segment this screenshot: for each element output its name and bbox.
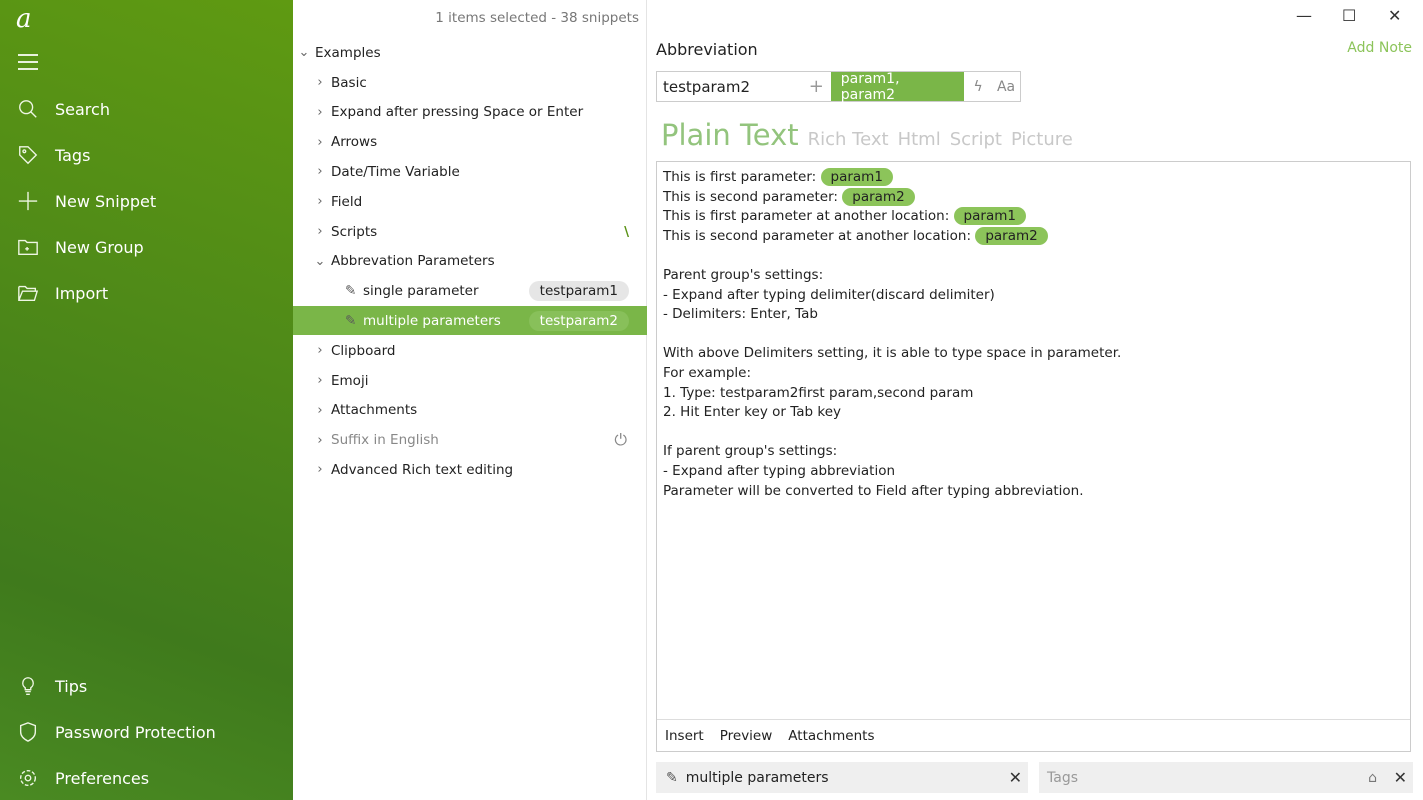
editor-tab[interactable]: Attachments	[788, 728, 874, 744]
format-tab[interactable]: Plain Text	[661, 118, 799, 152]
tree-group[interactable]: › Clipboard	[293, 336, 647, 365]
tree-snippet[interactable]: ✎ single parameter testparam1	[293, 277, 647, 306]
content-line: This is second parameter: param2	[663, 187, 1404, 208]
chevron-down-icon: ⌄	[314, 253, 326, 269]
format-tab[interactable]: Picture	[1011, 129, 1073, 150]
add-abbreviation-icon[interactable]: +	[802, 76, 831, 97]
sidebar-item-import[interactable]: Import	[0, 273, 293, 313]
sidebar-item-search[interactable]: Search	[0, 89, 293, 129]
tree-snippet[interactable]: ✎ multiple parameters testparam2	[293, 306, 647, 336]
sidebar: a Search Tags New Snippet New Group Impo…	[0, 0, 293, 800]
abbreviation-badge: testparam1	[528, 281, 629, 302]
editor-tab[interactable]: Insert	[665, 728, 704, 744]
tree-group[interactable]: › Expand after pressing Space or Enter	[293, 98, 647, 127]
folder-plus-icon	[0, 236, 55, 258]
sidebar-item-preferences[interactable]: Preferences	[0, 758, 293, 798]
tag-icon	[0, 144, 55, 166]
tree-group[interactable]: › Attachments	[293, 396, 647, 425]
tree-group-examples[interactable]: ⌄ Examples	[277, 38, 631, 67]
power-icon[interactable]: ⏻	[614, 430, 627, 450]
minimize-button[interactable]: —	[1296, 6, 1312, 25]
tree-group[interactable]: › Basic	[293, 68, 647, 97]
chevron-down-icon: ⌄	[298, 45, 310, 60]
snippet-name-field[interactable]: ✎ multiple parameters ✕	[656, 762, 1028, 793]
format-tab[interactable]: Script	[950, 129, 1002, 150]
add-note-link[interactable]: Add Note	[1347, 40, 1412, 56]
tree-group[interactable]: › Arrows	[293, 128, 647, 157]
snippet-editor[interactable]: This is first parameter: param1 This is s…	[656, 161, 1411, 752]
content-line: This is second parameter at another loca…	[663, 226, 1404, 247]
pen-icon: ✎	[345, 312, 357, 329]
abbreviation-label: Abbreviation	[656, 40, 758, 59]
tree-group[interactable]: › Date/Time Variable	[293, 157, 647, 186]
sidebar-item-new-snippet[interactable]: New Snippet	[0, 181, 293, 221]
abbreviation-badge: testparam2	[528, 310, 629, 331]
format-tab[interactable]: Rich Text	[808, 129, 889, 150]
maximize-button[interactable]: ☐	[1342, 6, 1356, 25]
plus-icon	[0, 190, 55, 212]
editor-tab[interactable]: Preview	[720, 728, 773, 744]
folder-open-icon	[0, 282, 55, 304]
parameter-token: param2	[975, 226, 1048, 245]
tag-icon[interactable]: ⌂	[1368, 770, 1377, 786]
pen-icon: ✎	[345, 283, 357, 300]
content-line: This is first parameter: param1	[663, 168, 1404, 188]
tree-group[interactable]: › Advanced Rich text editing	[293, 455, 647, 484]
hamburger-menu-icon[interactable]	[18, 54, 38, 75]
content-line: This is first parameter at another locat…	[663, 207, 1404, 227]
lightning-icon[interactable]: ϟ	[964, 79, 992, 95]
search-icon	[0, 98, 55, 120]
snippet-tree-panel: 1 items selected - 38 snippets ⌄ Examples…	[293, 0, 647, 800]
clear-name-icon[interactable]: ✕	[1009, 768, 1022, 787]
clear-tags-icon[interactable]: ✕	[1394, 768, 1407, 787]
sidebar-item-tips[interactable]: Tips	[0, 666, 293, 706]
chevron-right-icon: ›	[317, 343, 323, 359]
tags-field[interactable]: Tags ⌂ ✕	[1039, 762, 1413, 793]
lightbulb-icon	[0, 675, 55, 697]
gear-icon	[0, 767, 55, 789]
parameter-token: param1	[820, 168, 893, 186]
shield-icon	[0, 721, 55, 743]
format-tab[interactable]: Html	[898, 129, 941, 150]
tree-group[interactable]: › Scripts \	[293, 217, 647, 246]
chevron-right-icon: ›	[317, 194, 323, 210]
snippet-name-input[interactable]: multiple parameters	[686, 770, 829, 786]
parameter-token: param1	[953, 207, 1026, 226]
case-sensitive-button[interactable]: Aa	[992, 79, 1020, 95]
chevron-right-icon: ›	[317, 373, 323, 388]
tree-group[interactable]: › Field	[293, 187, 647, 216]
parameters-badge[interactable]: param1, param2	[830, 71, 965, 103]
chevron-right-icon: ›	[317, 432, 323, 448]
parameter-token: param2	[842, 187, 915, 206]
selection-status: 1 items selected - 38 snippets	[435, 10, 639, 26]
abbreviation-input[interactable]: testparam2	[657, 78, 802, 96]
app-logo: a	[16, 4, 32, 34]
abbreviation-field: testparam2 + param1, param2 ϟ Aa	[656, 71, 1021, 103]
tree-group[interactable]: › Emoji	[293, 366, 647, 395]
editor-bottom-tabs: Insert Preview Attachments	[657, 719, 1410, 751]
chevron-right-icon: ›	[317, 164, 323, 180]
content-body: Parent group's settings: - Expand after …	[663, 266, 1122, 499]
sidebar-item-tags[interactable]: Tags	[0, 135, 293, 175]
tree-group[interactable]: › Suffix in English ⏻	[293, 426, 647, 455]
sidebar-item-password-protection[interactable]: Password Protection	[0, 712, 293, 752]
chevron-right-icon: ›	[317, 402, 323, 418]
chevron-right-icon: ›	[317, 462, 323, 478]
chevron-right-icon: ›	[317, 75, 323, 90]
tags-input[interactable]: Tags	[1047, 770, 1078, 786]
snippet-content[interactable]: This is first parameter: param1 This is s…	[657, 162, 1410, 507]
sidebar-item-new-group[interactable]: New Group	[0, 227, 293, 267]
tree-group[interactable]: ⌄ Abbrevation Parameters	[293, 247, 647, 276]
chevron-right-icon: ›	[317, 134, 323, 150]
pen-icon: ✎	[666, 769, 678, 786]
close-button[interactable]: ✕	[1388, 6, 1401, 25]
chevron-right-icon: ›	[317, 104, 323, 120]
format-tabs: Plain Text Rich Text Html Script Picture	[661, 118, 1073, 152]
editor-panel: — ☐ ✕ Abbreviation Add Note testparam2 +…	[647, 0, 1423, 800]
chevron-right-icon: ›	[317, 224, 323, 239]
